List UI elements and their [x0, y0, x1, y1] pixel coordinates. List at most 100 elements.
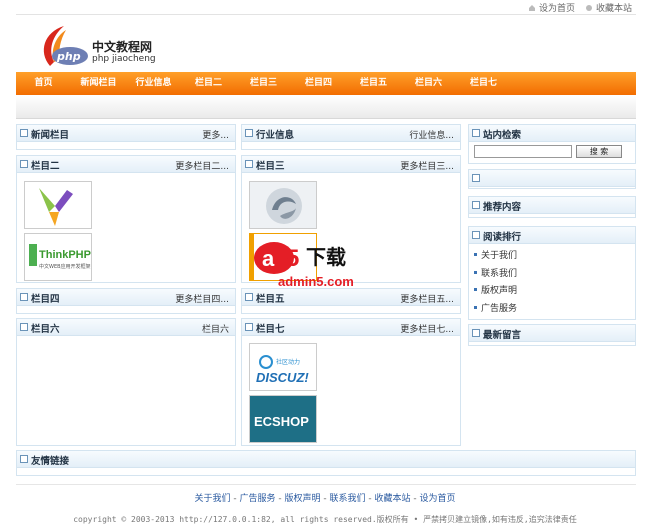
bullet-icon — [474, 288, 477, 292]
col4-title: 栏目四 — [31, 294, 60, 305]
top-links: 设为首页 收藏本站 — [528, 1, 632, 14]
footer-link-contact[interactable]: 联系我们 — [329, 494, 365, 504]
col5-more-link[interactable]: 更多栏目五... — [400, 292, 454, 305]
thinkphp-logo: ThinkPHP 中文WEB应用开发框架 — [29, 244, 91, 270]
industry-more-link[interactable]: 行业信息... — [409, 128, 454, 141]
footer-divider — [16, 484, 636, 485]
col5-title: 栏目五 — [256, 294, 285, 305]
swirl-thumbnail[interactable] — [249, 181, 317, 229]
footer-link-about[interactable]: 关于我们 — [194, 494, 230, 504]
admin5-watermark: a 5 下载 admin5.com — [254, 242, 354, 289]
col6-more-link[interactable]: 栏目六 — [202, 322, 229, 335]
ecshop-thumbnail[interactable]: ECSHOP — [249, 395, 317, 443]
footer-link-bookmark[interactable]: 收藏本站 — [374, 494, 410, 504]
empty-side-box — [468, 169, 636, 189]
nav-item-col5[interactable]: 栏目五 — [346, 72, 401, 95]
svg-text:中文WEB应用开发框架: 中文WEB应用开发框架 — [39, 263, 91, 270]
ecshop-logo: ECSHOP — [250, 396, 316, 442]
site-search-title: 站内检索 — [483, 130, 522, 141]
footer-link-homepage[interactable]: 设为首页 — [419, 494, 455, 504]
svg-text:a: a — [262, 246, 275, 271]
discuz-logo: 社区动力 DISCUZ! — [250, 344, 316, 390]
svg-text:DISCUZ!: DISCUZ! — [256, 370, 309, 385]
copyright-text: copyright © 2003-2013 http://127.0.0.1:8… — [73, 515, 577, 524]
thinkphp-thumbnail[interactable]: ThinkPHP 中文WEB应用开发框架 — [24, 233, 92, 281]
search-row: 搜 索 — [474, 145, 622, 158]
latest-messages-title: 最新留言 — [483, 330, 522, 341]
footer-link-copyright[interactable]: 版权声明 — [284, 494, 320, 504]
watermark-brand: 下载 — [306, 245, 346, 269]
section-icon — [245, 293, 253, 301]
col6-box: 栏目六 栏目六 — [16, 318, 236, 446]
col3-more-link[interactable]: 更多栏目三... — [400, 159, 454, 172]
site-title: 中文教程网 — [92, 40, 153, 54]
section-icon — [472, 201, 480, 209]
search-button[interactable]: 搜 索 — [576, 145, 622, 158]
svg-text:社区动力: 社区动力 — [276, 358, 300, 366]
footer-links: 关于我们 - 广告服务 - 版权声明 - 联系我们 - 收藏本站 - 设为首页 — [194, 494, 456, 504]
section-icon — [20, 129, 28, 137]
yii-logo — [39, 188, 73, 226]
home-icon — [528, 4, 535, 11]
col7-more-link[interactable]: 更多栏目七... — [400, 322, 454, 335]
bookmark-label: 收藏本站 — [595, 4, 632, 14]
col6-title: 栏目六 — [31, 324, 60, 335]
bullet-icon — [474, 253, 477, 257]
svg-text:ECSHOP: ECSHOP — [254, 414, 309, 429]
rank-list: 关于我们 联系我们 版权声明 广告服务 — [474, 246, 517, 316]
friend-links-title: 友情链接 — [31, 456, 70, 467]
main-nav: 首页 新闻栏目 行业信息 栏目二 栏目三 栏目四 栏目五 栏目六 栏目七 — [16, 72, 636, 95]
nav-item-industry[interactable]: 行业信息 — [126, 72, 181, 95]
sub-bar — [16, 95, 636, 119]
col7-title: 栏目七 — [256, 324, 285, 335]
nav-item-home[interactable]: 首页 — [16, 72, 71, 95]
rank-item[interactable]: 联系我们 — [474, 264, 517, 282]
bookmark-icon — [585, 4, 592, 11]
site-search-box: 站内检索 — [468, 124, 636, 164]
news-title: 新闻栏目 — [31, 130, 70, 141]
col4-more-link[interactable]: 更多栏目四... — [175, 292, 229, 305]
industry-box: 行业信息 行业信息... — [241, 124, 461, 150]
friend-links-box: 友情链接 — [16, 450, 636, 476]
svg-text:ThinkPHP: ThinkPHP — [39, 249, 91, 261]
rank-item[interactable]: 关于我们 — [474, 246, 517, 264]
section-icon — [472, 329, 480, 337]
section-icon — [20, 160, 28, 168]
site-subtitle: php jiaocheng — [92, 54, 156, 64]
col4-box: 栏目四 更多栏目四... — [16, 288, 236, 314]
recommend-title: 推荐内容 — [483, 202, 522, 213]
swirl-logo — [250, 182, 316, 228]
watermark-domain: admin5.com — [278, 274, 354, 289]
reading-rank-title: 阅读排行 — [483, 232, 522, 243]
section-icon — [245, 323, 253, 331]
col2-title: 栏目二 — [31, 161, 60, 172]
rank-item[interactable]: 版权声明 — [474, 281, 517, 299]
col2-more-link[interactable]: 更多栏目二... — [175, 159, 229, 172]
section-icon — [245, 160, 253, 168]
nav-item-col4[interactable]: 栏目四 — [291, 72, 346, 95]
section-icon — [20, 323, 28, 331]
header-divider — [16, 14, 636, 15]
footer-link-ads[interactable]: 广告服务 — [239, 494, 275, 504]
rank-item[interactable]: 广告服务 — [474, 299, 517, 317]
col3-title: 栏目三 — [256, 161, 285, 172]
nav-item-col6[interactable]: 栏目六 — [401, 72, 456, 95]
section-icon — [20, 455, 28, 463]
set-homepage-link[interactable]: 设为首页 — [528, 1, 575, 14]
bookmark-link[interactable]: 收藏本站 — [585, 1, 632, 14]
discuz-thumbnail[interactable]: 社区动力 DISCUZ! — [249, 343, 317, 391]
recommend-box: 推荐内容 — [468, 196, 636, 218]
news-more-link[interactable]: 更多... — [202, 128, 229, 141]
nav-item-news[interactable]: 新闻栏目 — [71, 72, 126, 95]
latest-messages-box: 最新留言 — [468, 324, 636, 346]
set-homepage-label: 设为首页 — [538, 4, 575, 14]
nav-item-col7[interactable]: 栏目七 — [456, 72, 511, 95]
svg-text:5: 5 — [286, 245, 299, 272]
search-input[interactable] — [474, 145, 572, 158]
yii-thumbnail[interactable] — [24, 181, 92, 229]
section-icon — [245, 129, 253, 137]
section-icon — [472, 231, 480, 239]
nav-item-col3[interactable]: 栏目三 — [236, 72, 291, 95]
section-icon — [20, 293, 28, 301]
nav-item-col2[interactable]: 栏目二 — [181, 72, 236, 95]
